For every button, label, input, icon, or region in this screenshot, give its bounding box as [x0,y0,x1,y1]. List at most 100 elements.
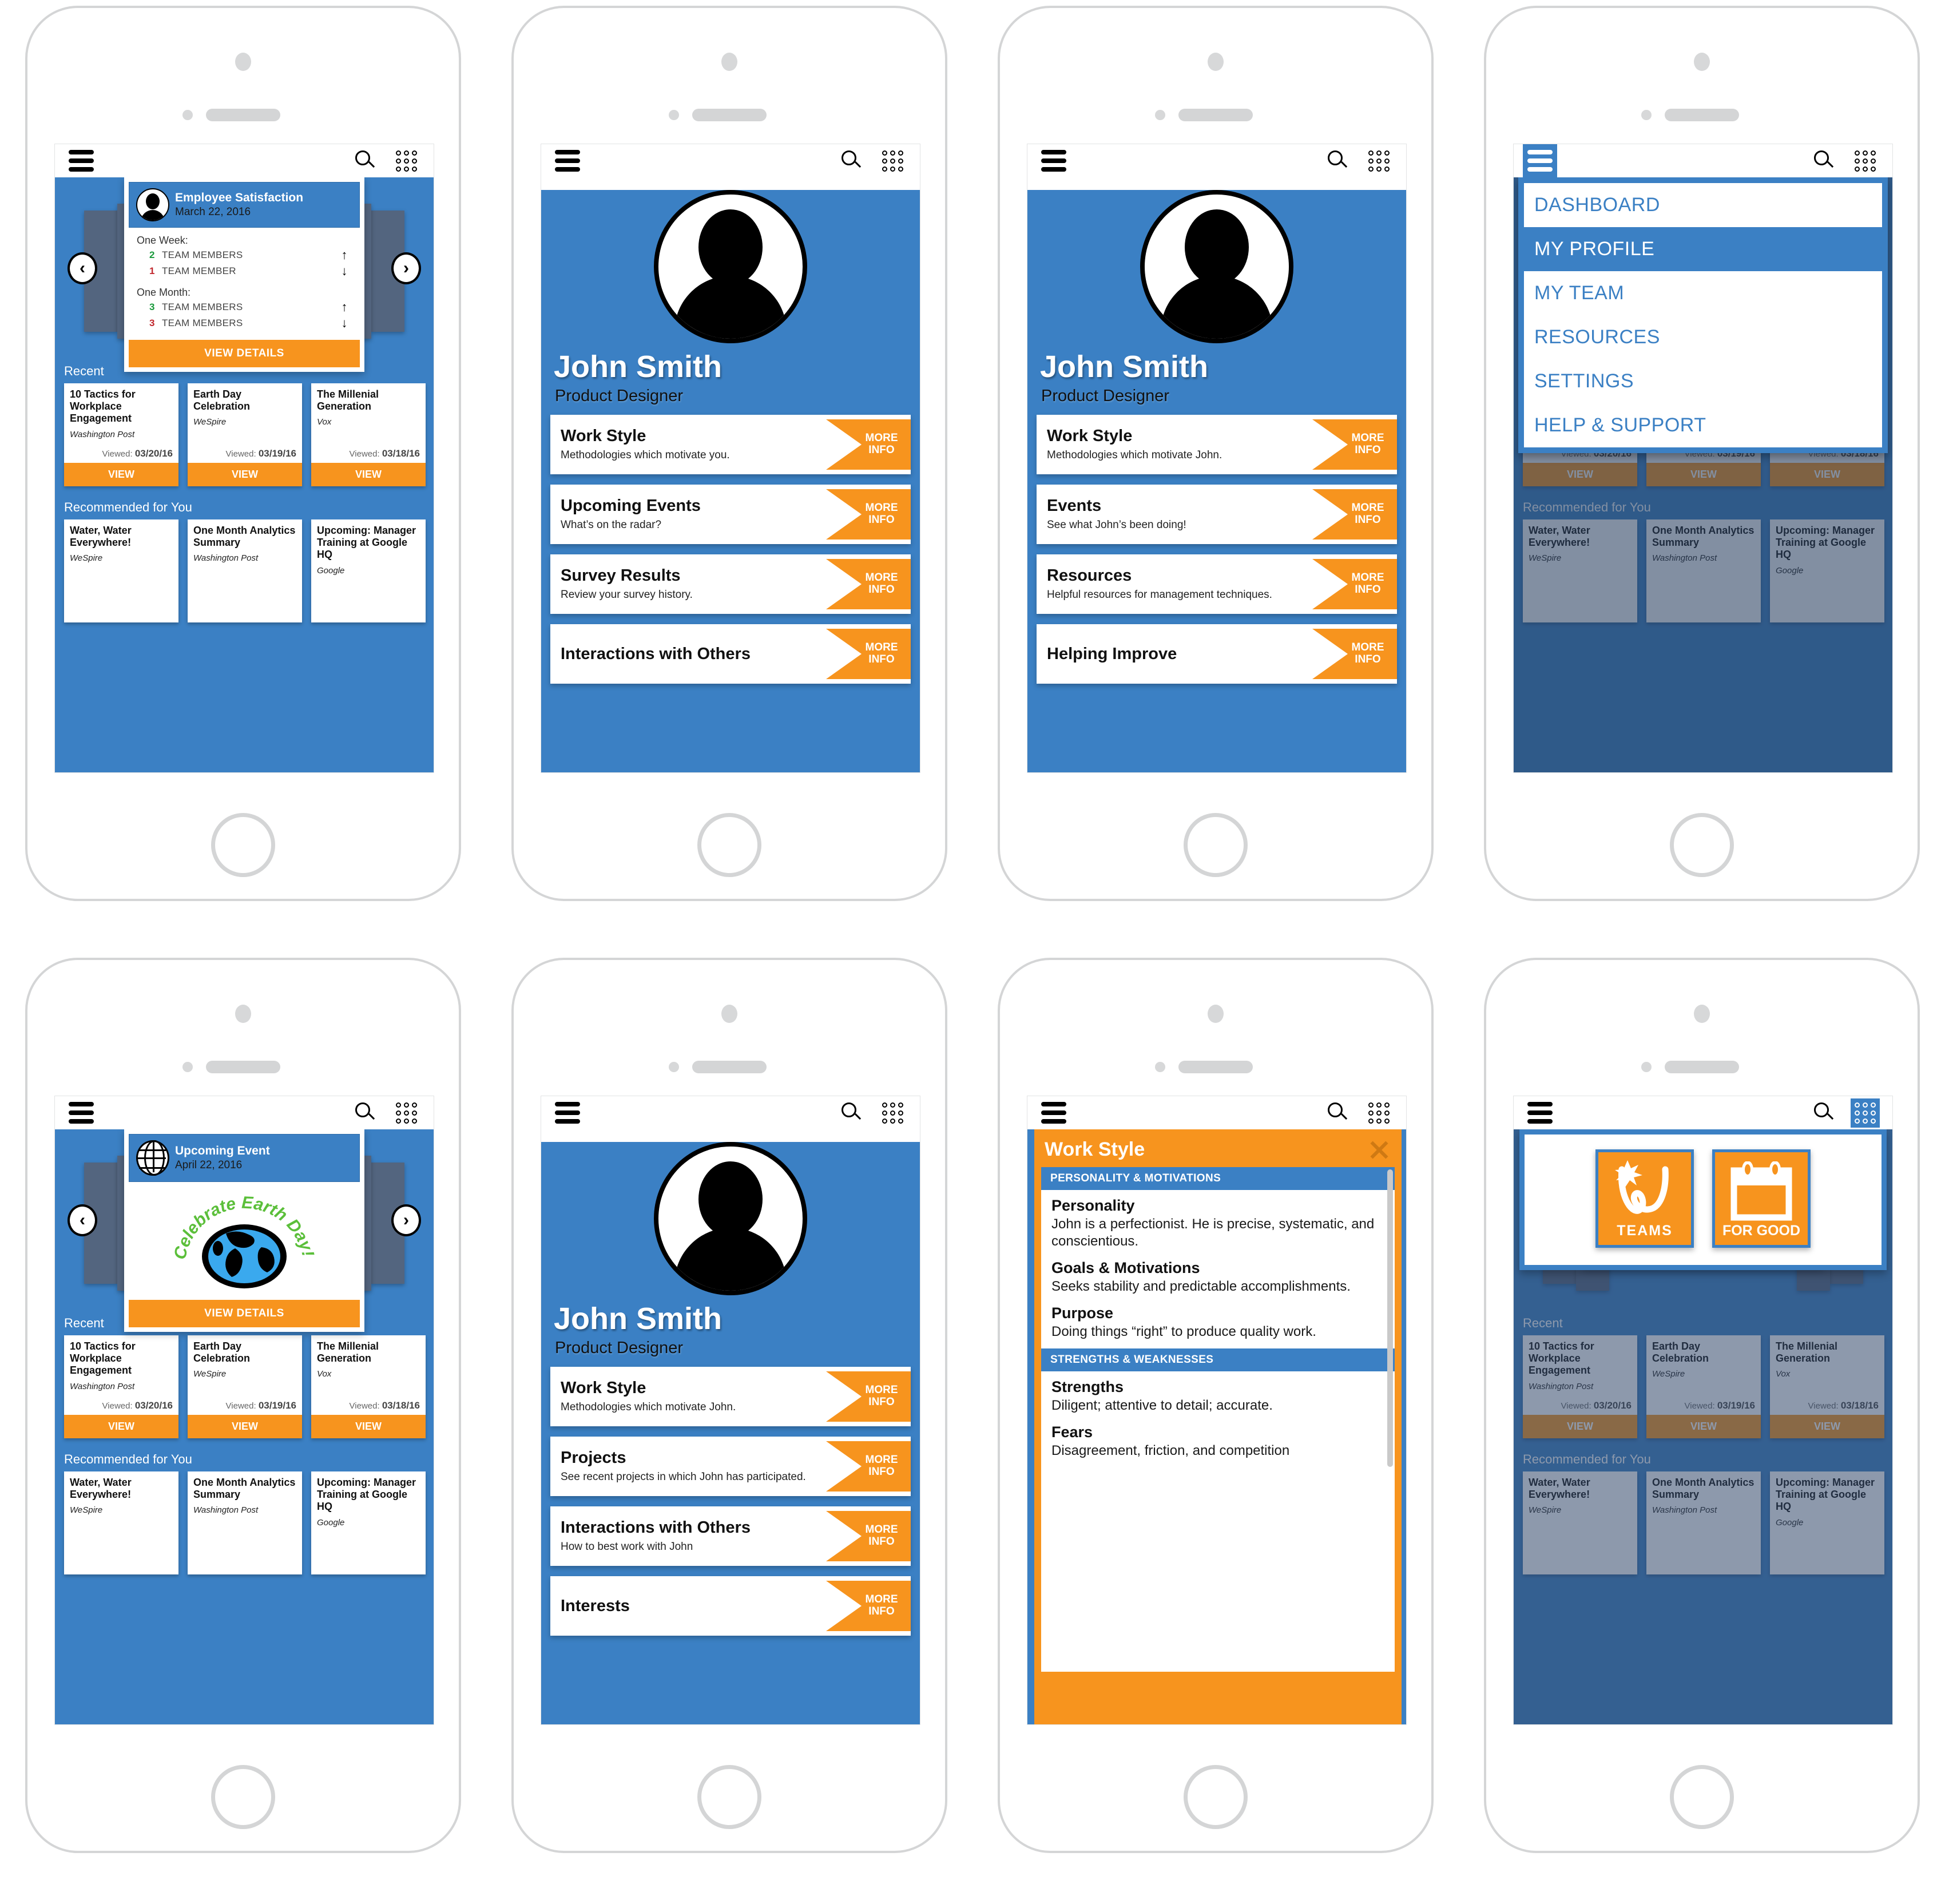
nav-item-my-team[interactable]: MY TEAM [1524,271,1882,315]
list-item[interactable]: Work Style Methodologies which motivate … [550,415,911,474]
search-icon[interactable] [1327,149,1349,172]
more-info-button[interactable]: MORE INFO [826,629,911,679]
search-icon[interactable] [354,1101,377,1124]
list-item[interactable]: Helping Improve MORE INFO [1037,624,1397,684]
grid-apps-icon[interactable] [392,146,421,176]
view-button[interactable]: VIEW [64,463,178,486]
list-item[interactable]: The Millenial Generation Vox Viewed: 03/… [311,1335,426,1438]
list-item[interactable]: Work Style Methodologies which motivate … [1037,415,1397,474]
view-details-button[interactable]: VIEW DETAILS [129,1300,360,1327]
home-button[interactable] [1670,1765,1734,1829]
menu-button[interactable] [64,1096,98,1129]
view-button[interactable]: VIEW [64,1415,178,1438]
nav-item-help-support[interactable]: HELP & SUPPORT [1524,403,1882,447]
hamburger-icon[interactable] [1527,150,1553,172]
hamburger-icon[interactable] [555,1102,580,1124]
page-title: John Smith [554,1302,722,1336]
grid-apps-icon[interactable] [1851,146,1880,176]
menu-button[interactable] [1037,1096,1071,1129]
hamburger-icon[interactable] [1041,150,1066,172]
more-info-button[interactable]: MORE INFO [826,1371,911,1422]
view-button[interactable]: VIEW [188,463,302,486]
menu-button[interactable] [1523,1096,1557,1129]
search-icon[interactable] [840,149,863,172]
app-tile-teams[interactable]: TEAMS [1595,1149,1694,1248]
list-item[interactable]: 10 Tactics for Workplace Engagement Wash… [64,1335,178,1438]
grid-apps-icon[interactable] [878,146,907,176]
search-icon[interactable] [1327,1101,1349,1124]
list-item[interactable]: Upcoming Events What’s on the radar? MOR… [550,485,911,544]
more-info-button[interactable]: MORE INFO [826,559,911,609]
more-info-button[interactable]: MORE INFO [1312,419,1397,470]
list-item[interactable]: Interests MORE INFO [550,1576,911,1636]
view-button[interactable]: VIEW [311,1415,426,1438]
menu-button[interactable] [550,144,585,177]
home-button[interactable] [697,813,761,877]
more-info-button[interactable]: MORE INFO [1312,489,1397,540]
home-button[interactable] [211,1765,275,1829]
home-button[interactable] [697,1765,761,1829]
hamburger-icon[interactable] [1527,1102,1553,1124]
more-info-button[interactable]: MORE INFO [826,489,911,540]
nav-item-dashboard[interactable]: DASHBOARD [1524,183,1882,227]
hamburger-icon[interactable] [555,150,580,172]
list-item[interactable]: Earth Day Celebration WeSpire Viewed: 03… [188,1335,302,1438]
more-info-button[interactable]: MORE INFO [826,1511,911,1561]
carousel-prev-button[interactable]: ‹ [68,252,97,284]
scrollbar-thumb[interactable] [1387,1169,1393,1467]
list-item[interactable]: The Millenial Generation Vox Viewed: 03/… [311,383,426,486]
list-item[interactable]: Resources Helpful resources for manageme… [1037,554,1397,614]
list-item[interactable]: Interactions with Others How to best wor… [550,1506,911,1566]
menu-button[interactable] [64,144,98,177]
more-info-button[interactable]: MORE INFO [1312,629,1397,679]
home-button[interactable] [1184,813,1248,877]
grid-apps-icon[interactable] [1364,1098,1394,1128]
nav-item-settings[interactable]: SETTINGS [1524,359,1882,403]
list-item[interactable]: Upcoming: Manager Training at Google HQ … [311,519,426,622]
search-icon[interactable] [1813,1101,1836,1124]
more-info-button[interactable]: MORE INFO [1312,559,1397,609]
home-button[interactable] [1184,1765,1248,1829]
grid-apps-icon[interactable] [1851,1098,1880,1128]
list-item[interactable]: Work Style Methodologies which motivate … [550,1367,911,1426]
calendar-icon [1730,1161,1792,1221]
search-icon[interactable] [840,1101,863,1124]
grid-apps-icon[interactable] [878,1098,907,1128]
more-info-button[interactable]: MORE INFO [826,1441,911,1492]
search-icon[interactable] [1813,149,1836,172]
home-button[interactable] [211,813,275,877]
grid-apps-icon[interactable] [1364,146,1394,176]
list-item[interactable]: Events See what John’s been doing! MORE … [1037,485,1397,544]
view-button[interactable]: VIEW [311,463,426,486]
hamburger-icon[interactable] [69,1102,94,1124]
nav-item-resources[interactable]: RESOURCES [1524,315,1882,359]
list-item[interactable]: Earth Day Celebration WeSpire Viewed: 03… [188,383,302,486]
list-item[interactable]: Interactions with Others MORE INFO [550,624,911,684]
list-item[interactable]: Upcoming: Manager Training at Google HQ … [311,1471,426,1574]
view-button[interactable]: VIEW [188,1415,302,1438]
view-details-button[interactable]: VIEW DETAILS [129,340,360,367]
list-item[interactable]: Survey Results Review your survey histor… [550,554,911,614]
grid-apps-icon[interactable] [392,1098,421,1128]
hamburger-icon[interactable] [69,150,94,172]
close-icon[interactable] [1367,1137,1391,1161]
home-button[interactable] [1670,813,1734,877]
list-item[interactable]: Water, Water Everywhere! WeSpire [64,1471,178,1574]
list-item[interactable]: Water, Water Everywhere! WeSpire [64,519,178,622]
nav-item-my-profile[interactable]: MY PROFILE [1524,227,1882,271]
list-item[interactable]: Projects See recent projects in which Jo… [550,1437,911,1496]
hamburger-icon[interactable] [1041,1102,1066,1124]
app-tile-for-good[interactable]: FOR GOOD [1712,1149,1811,1248]
carousel-next-button[interactable]: › [391,1204,421,1236]
list-item[interactable]: One Month Analytics Summary Washington P… [188,1471,302,1574]
carousel-next-button[interactable]: › [391,252,421,284]
list-item[interactable]: One Month Analytics Summary Washington P… [188,519,302,622]
menu-button[interactable] [550,1096,585,1129]
list-item[interactable]: 10 Tactics for Workplace Engagement Wash… [64,383,178,486]
search-icon[interactable] [354,149,377,172]
more-info-button[interactable]: MORE INFO [826,1581,911,1631]
menu-button[interactable] [1523,144,1557,177]
menu-button[interactable] [1037,144,1071,177]
more-info-button[interactable]: MORE INFO [826,419,911,470]
carousel-prev-button[interactable]: ‹ [68,1204,97,1236]
